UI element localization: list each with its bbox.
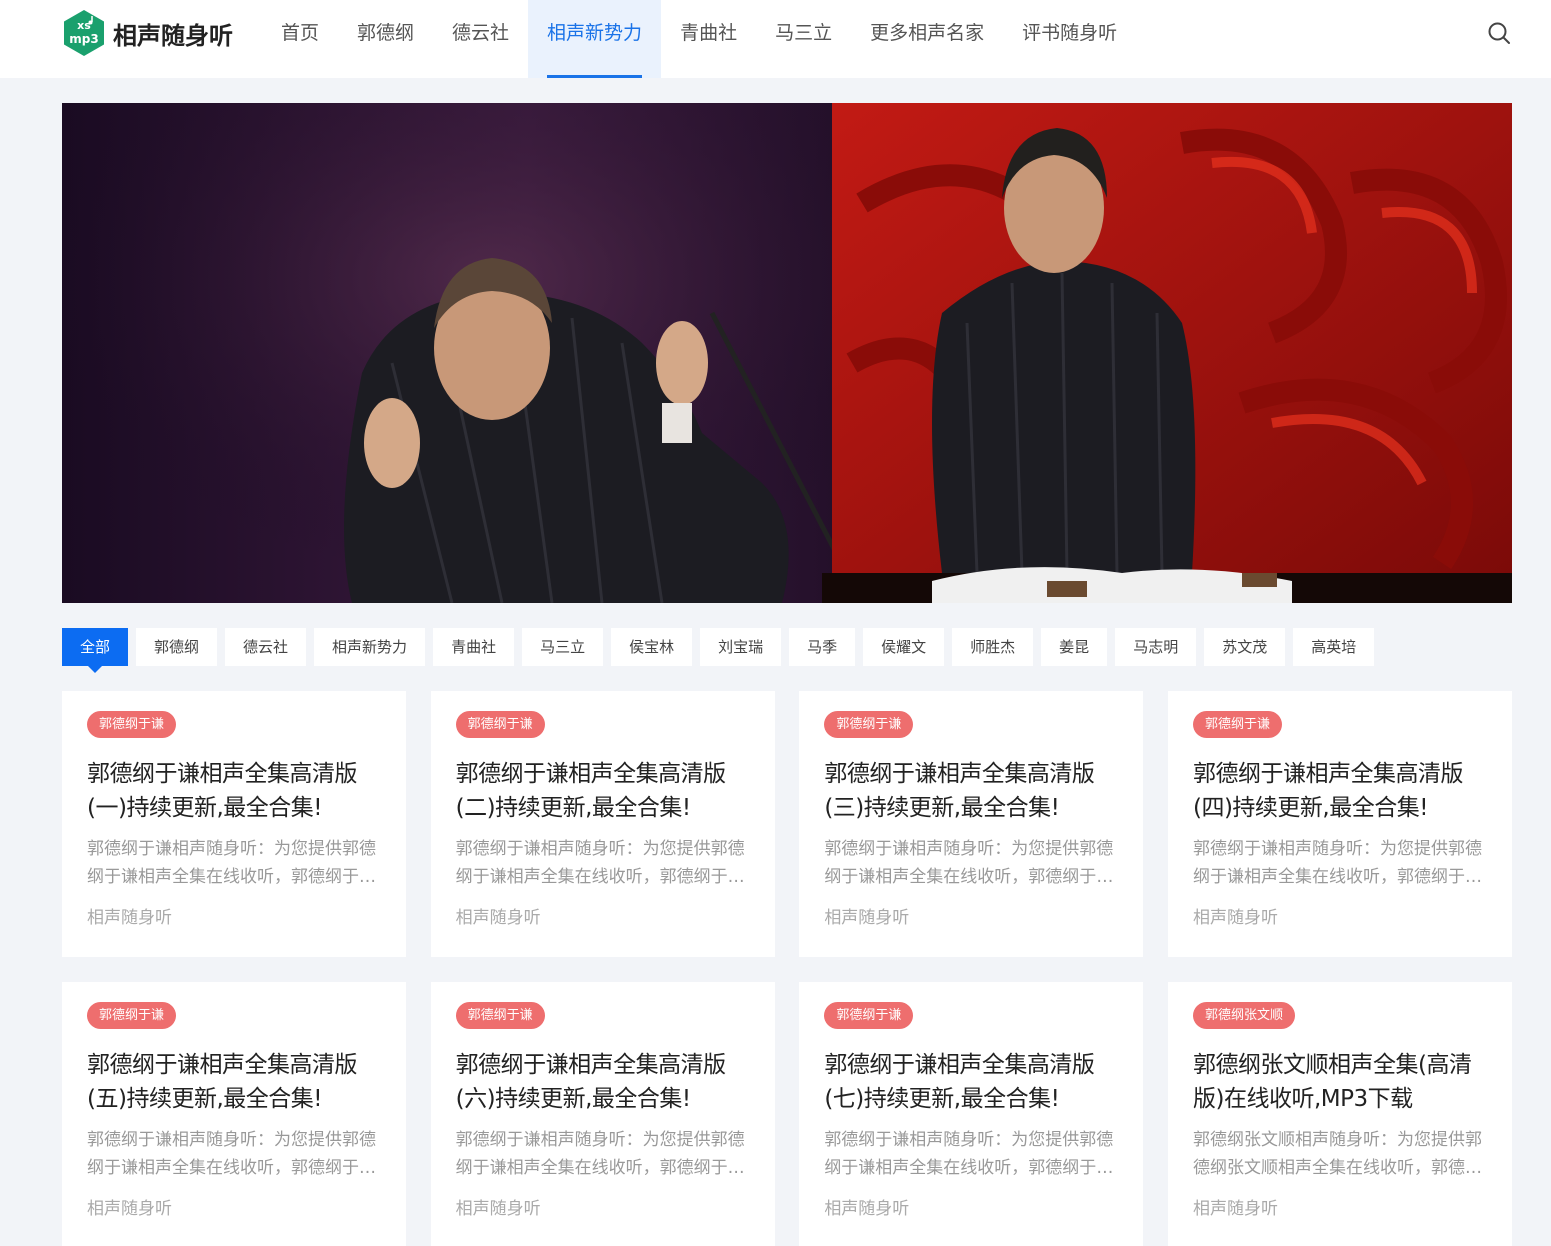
card-title[interactable]: 郭德纲张文顺相声全集(高清 版)在线收听,MP3下载 (1193, 1048, 1488, 1116)
album-grid: 郭德纲于谦 郭德纲于谦相声全集高清版 (一)持续更新,最全合集! 郭德纲于谦相声随身听… (62, 691, 1512, 1246)
filter-tag[interactable]: 侯耀文 (863, 628, 945, 666)
card-title-line: 郭德纲于谦相声全集高清版 (455, 761, 727, 787)
filter-tag[interactable]: 青曲社 (433, 628, 515, 666)
logo-top-text: xs (77, 19, 91, 32)
category-badge[interactable]: 郭德纲于谦 (1192, 711, 1282, 738)
card-title-line: 郭德纲于谦相声全集高清版 (87, 1052, 358, 1078)
nav-item[interactable]: 德云社 (433, 0, 528, 78)
logo-icon: xs mp3 (62, 9, 106, 57)
card-source: 相声随身听 (87, 908, 172, 928)
card-description: 郭德纲于谦相声随身听：为您提供郭德纲于谦相声全集在线收听，郭德纲于谦相声全集MP… (455, 839, 745, 887)
banner-image (62, 103, 1512, 603)
card-description: 郭德纲于谦相声随身听：为您提供郭德纲于谦相声全集在线收听，郭德纲于谦相声全集MP… (87, 1130, 376, 1178)
filter-tag[interactable]: 侯宝林 (611, 628, 693, 666)
card-title[interactable]: 郭德纲于谦相声全集高清版 (四)持续更新,最全合集! (1193, 757, 1488, 825)
card-description: 郭德纲于谦相声随身听：为您提供郭德纲于谦相声全集在线收听，郭德纲于谦相声全集MP… (824, 839, 1114, 887)
card-title[interactable]: 郭德纲于谦相声全集高清版 (三)持续更新,最全合集! (824, 757, 1119, 825)
card-description: 郭德纲于谦相声随身听：为您提供郭德纲于谦相声全集在线收听，郭德纲于谦相声全集MP… (1192, 839, 1482, 887)
card-title-line: 郭德纲于谦相声全集高清版 (1192, 761, 1464, 787)
search-icon (1488, 22, 1510, 44)
card-title-line: 郭德纲张文顺相声全集(高清 (1192, 1052, 1472, 1078)
filter-tag[interactable]: 苏文茂 (1204, 628, 1286, 666)
category-badge[interactable]: 郭德纲于谦 (87, 711, 177, 738)
nav-item[interactable]: 首页 (262, 0, 338, 78)
card-title-line: (六)持续更新,最全合集! (455, 1086, 691, 1112)
category-badge[interactable]: 郭德纲于谦 (455, 711, 545, 738)
card-title-line: (七)持续更新,最全合集! (824, 1086, 1060, 1112)
filter-tag[interactable]: 姜昆 (1041, 628, 1108, 666)
filter-tag[interactable]: 师胜杰 (952, 628, 1034, 666)
card-title-line: (四)持续更新,最全合集! (1192, 795, 1428, 821)
filter-tag[interactable]: 相声新势力 (314, 628, 426, 666)
card-title-line: 郭德纲于谦相声全集高清版 (824, 761, 1095, 787)
site-logo[interactable]: xs mp3 相声随身听 (62, 9, 233, 57)
card-source: 相声随身听 (87, 1199, 172, 1219)
album-card[interactable]: 郭德纲于谦郭德纲于谦相声全集高清版 (五)持续更新,最全合集! 郭德纲于谦相声随身听… (62, 982, 406, 1246)
card-title[interactable]: 郭德纲于谦相声全集高清版 (五)持续更新,最全合集! (87, 1048, 382, 1116)
card-source: 相声随身听 (824, 1199, 910, 1219)
card-title-line: (五)持续更新,最全合集! (87, 1086, 322, 1112)
card-description: 郭德纲于谦相声随身听：为您提供郭德纲于谦相声全集在线收听，郭德纲于谦相声全集MP… (87, 839, 376, 887)
site-name: 相声随身听 (113, 21, 233, 50)
card-title-line: 版)在线收听,MP3下载 (1192, 1086, 1413, 1112)
card-title[interactable]: 郭德纲于谦相声全集高清版 (七)持续更新,最全合集! (824, 1048, 1119, 1116)
nav-item[interactable]: 马三立 (756, 0, 851, 78)
card-title-line: 郭德纲于谦相声全集高清版 (87, 761, 358, 787)
main-nav: 首页 郭德纲 德云社 相声新势力 青曲社 马三立 更多相声名家 评书随身听 (262, 0, 1136, 78)
filter-tag[interactable]: 马志明 (1115, 628, 1197, 666)
category-badge[interactable]: 郭德纲于谦 (824, 711, 914, 738)
category-badge[interactable]: 郭德纲于谦 (824, 1002, 914, 1029)
category-filter: 全部 郭德纲 德云社 相声新势力 青曲社 马三立 侯宝林 刘宝瑞 马季 侯耀文 师胜杰 姜昆 马志明 苏文… (62, 628, 1382, 673)
search-button[interactable] (1486, 20, 1512, 46)
card-source: 相声随身听 (1192, 908, 1278, 928)
nav-item[interactable]: 郭德纲 (338, 0, 433, 78)
site-header: xs mp3 相声随身听 首页 郭德纲 德云社 相声新势力 青曲社 马三立 更多相声名家 评书… (0, 0, 1551, 78)
filter-tag[interactable]: 刘宝瑞 (700, 628, 782, 666)
card-title[interactable]: 郭德纲于谦相声全集高清版 (六)持续更新,最全合集! (456, 1048, 751, 1116)
album-card[interactable]: 郭德纲于谦郭德纲于谦相声全集高清版 (一)持续更新,最全合集! 郭德纲于谦相声随身听… (62, 691, 406, 957)
card-title[interactable]: 郭德纲于谦相声全集高清版 (一)持续更新,最全合集! (87, 757, 382, 825)
card-title[interactable]: 郭德纲于谦相声全集高清版 (二)持续更新,最全合集! (456, 757, 751, 825)
filter-tag[interactable]: 郭德纲 (136, 628, 218, 666)
filter-tag[interactable]: 全部 (62, 628, 129, 673)
album-card[interactable]: 郭德纲于谦郭德纲于谦相声全集高清版 (二)持续更新,最全合集! 郭德纲于谦相声随身听… (430, 691, 775, 957)
album-card[interactable]: 郭德纲于谦郭德纲于谦相声全集高清版 (四)持续更新,最全合集! 郭德纲于谦相声随身听… (1167, 691, 1512, 957)
hero-banner[interactable] (62, 103, 1512, 603)
card-title-line: (三)持续更新,最全合集! (824, 795, 1060, 821)
category-badge[interactable]: 郭德纲于谦 (87, 1002, 177, 1029)
nav-item[interactable]: 更多相声名家 (851, 0, 1003, 78)
card-title-line: (二)持续更新,最全合集! (455, 795, 691, 821)
filter-tag[interactable]: 德云社 (225, 628, 307, 666)
nav-item[interactable]: 青曲社 (661, 0, 756, 78)
album-card[interactable]: 郭德纲于谦郭德纲于谦相声全集高清版 (六)持续更新,最全合集! 郭德纲于谦相声随身听… (430, 982, 775, 1246)
filter-tag[interactable]: 马三立 (522, 628, 604, 666)
filter-tag[interactable]: 马季 (789, 628, 856, 666)
card-title-line: 郭德纲于谦相声全集高清版 (455, 1052, 727, 1078)
album-card[interactable]: 郭德纲于谦郭德纲于谦相声全集高清版 (三)持续更新,最全合集! 郭德纲于谦相声随身听… (799, 691, 1144, 957)
album-card[interactable]: 郭德纲于谦郭德纲于谦相声全集高清版 (七)持续更新,最全合集! 郭德纲于谦相声随身听… (799, 982, 1144, 1246)
card-source: 相声随身听 (455, 908, 541, 928)
card-title-line: (一)持续更新,最全合集! (87, 795, 322, 821)
card-description: 郭德纲于谦相声随身听：为您提供郭德纲于谦相声全集在线收听，郭德纲于谦相声全集MP… (824, 1130, 1114, 1178)
card-source: 相声随身听 (455, 1199, 541, 1219)
nav-item[interactable]: 相声新势力 (528, 0, 662, 78)
category-badge[interactable]: 郭德纲张文顺 (1192, 1002, 1295, 1029)
nav-item[interactable]: 评书随身听 (1003, 0, 1136, 78)
album-card[interactable]: 郭德纲张文顺郭德纲张文顺相声全集(高清 版)在线收听,MP3下载郭德纲张文顺相声随… (1167, 982, 1512, 1246)
card-description: 郭德纲于谦相声随身听：为您提供郭德纲于谦相声全集在线收听，郭德纲于谦相声全集MP… (455, 1130, 745, 1178)
card-source: 相声随身听 (1192, 1199, 1278, 1219)
category-badge[interactable]: 郭德纲于谦 (455, 1002, 545, 1029)
logo-bottom-text: mp3 (69, 32, 99, 46)
card-source: 相声随身听 (824, 908, 910, 928)
card-description: 郭德纲张文顺相声随身听：为您提供郭德纲张文顺相声全集在线收听，郭德纲张文顺相声全… (1192, 1130, 1482, 1178)
filter-tag[interactable]: 高英培 (1293, 628, 1375, 666)
card-title-line: 郭德纲于谦相声全集高清版 (824, 1052, 1095, 1078)
